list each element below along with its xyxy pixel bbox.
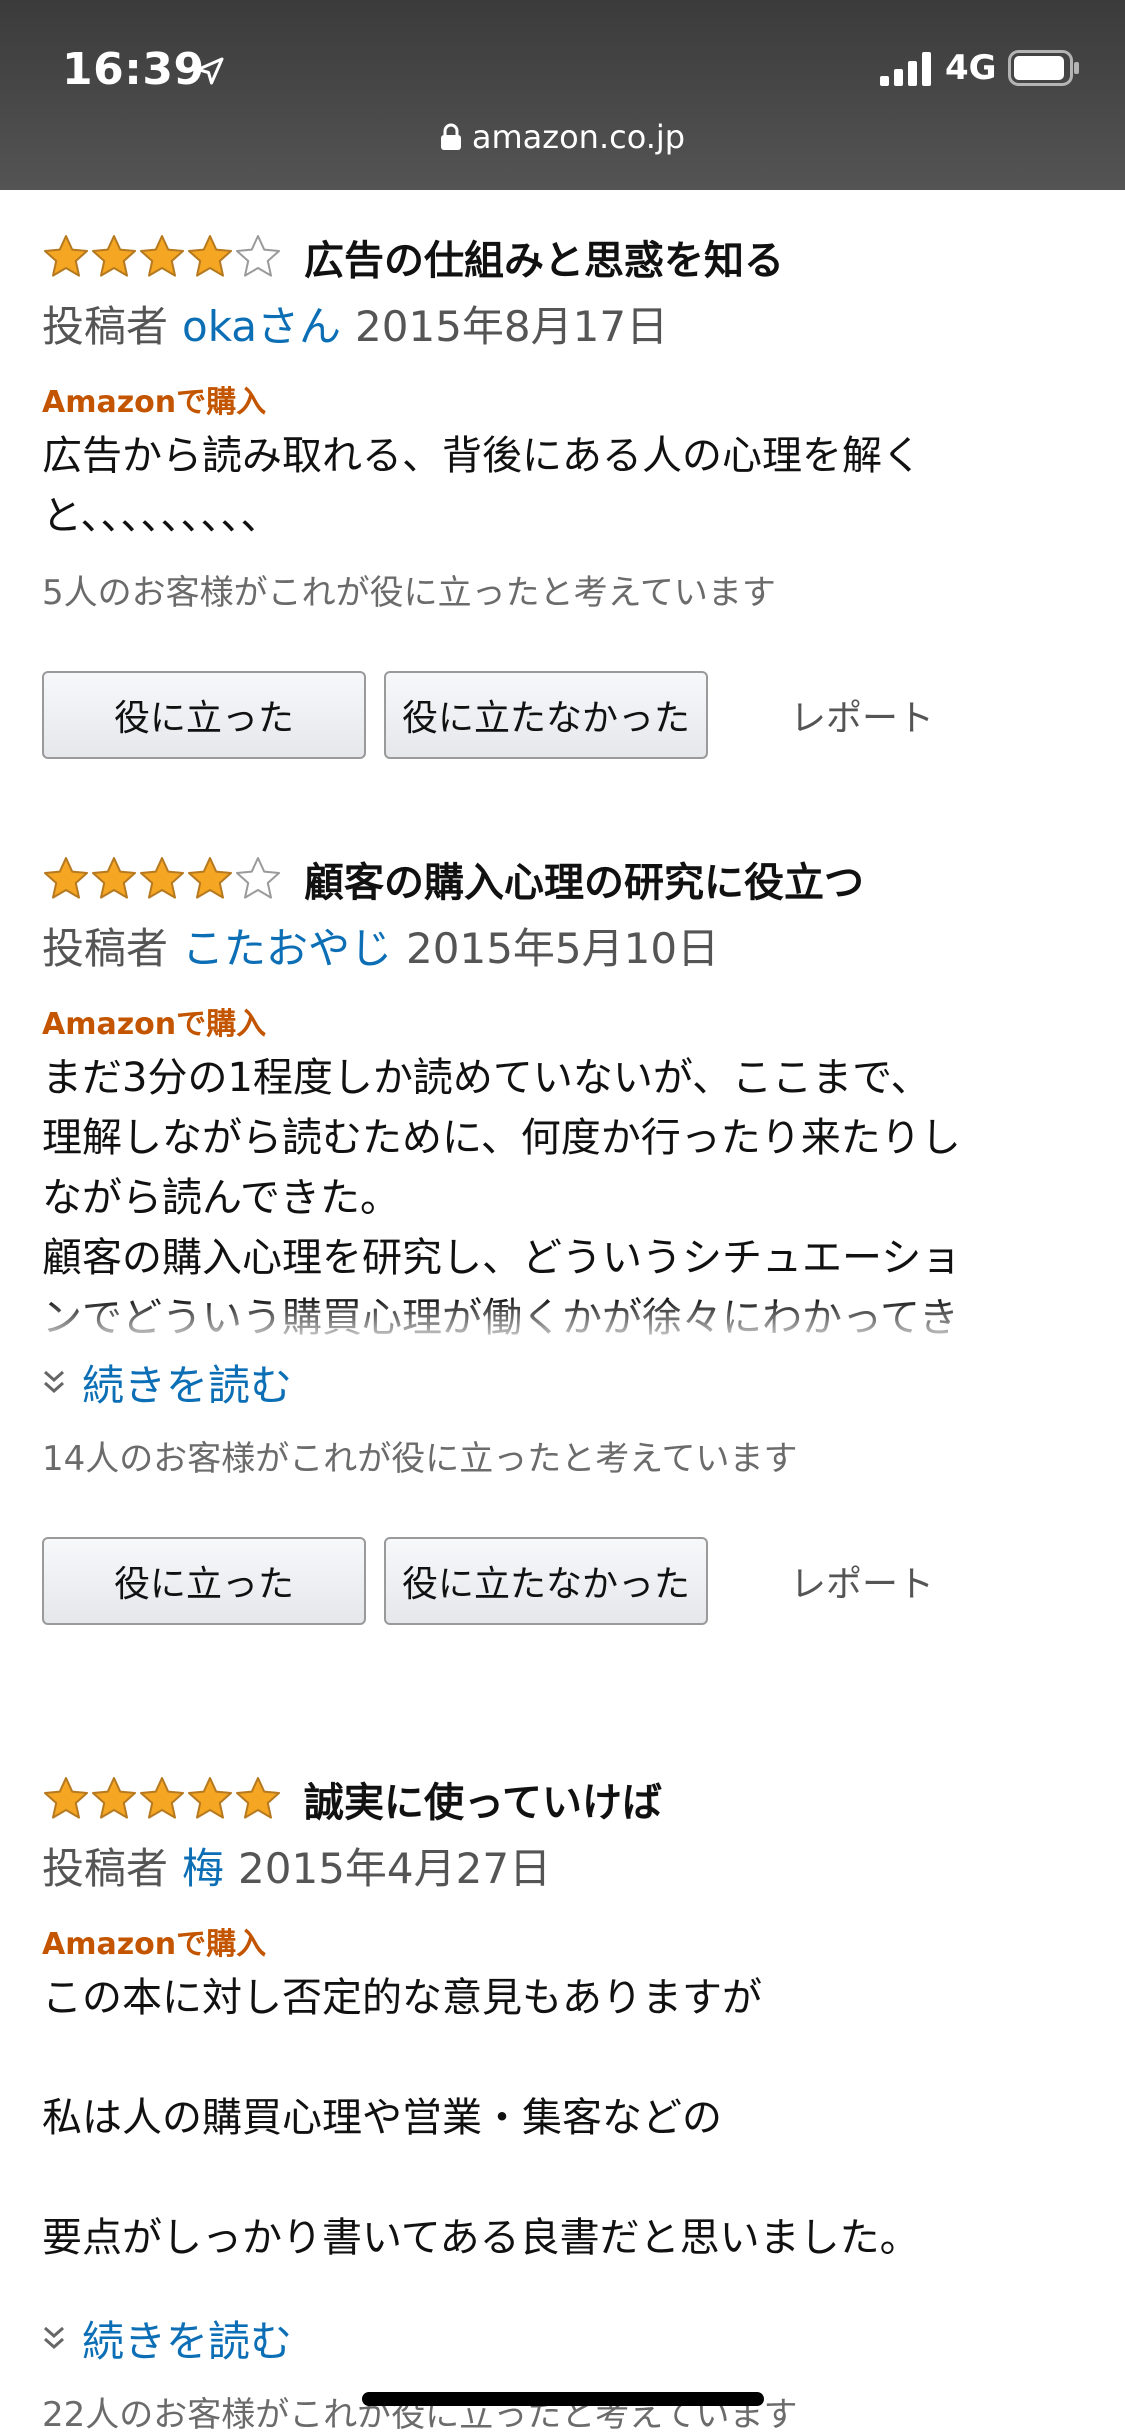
review-item: 広告の仕組みと思惑を知る 投稿者 okaさん 2015年8月17日 Amazonで購… [42,224,1082,760]
star-filled-icon [188,1777,232,1819]
verified-purchase-badge: Amazonで購入 [42,385,267,420]
helpful-count: 5人のお客様がこれが役に立ったと考えています [42,573,776,613]
vote-row: 役に立った 役に立たなかった レポート [42,670,1082,760]
star-filled-icon [92,857,136,899]
double-chevron-down-icon [44,2326,64,2350]
review-date: 2015年4月27日 [238,1844,552,1893]
read-more-link[interactable]: 続きを読む [42,1352,1082,1412]
star-filled-icon [44,235,88,277]
cellular-signal-icon [880,52,931,86]
review-title[interactable]: 顧客の購入心理の研究に役立つ [304,850,864,908]
read-more-label: 続きを読む [82,1360,293,1410]
location-arrow-icon [196,57,224,85]
read-more-link[interactable]: 続きを読む [42,2308,1082,2368]
star-filled-icon [140,1777,184,1819]
verified-purchase-badge: Amazonで購入 [42,1927,267,1962]
star-filled-icon [92,235,136,277]
star-filled-icon [188,857,232,899]
reviews-list: 広告の仕組みと思惑を知る 投稿者 okaさん 2015年8月17日 Amazonで購… [0,190,1125,2436]
star-filled-icon [92,1777,136,1819]
helpful-button[interactable]: 役に立った [42,671,366,759]
star-rating [42,233,282,281]
star-filled-icon [44,1777,88,1819]
review-body: まだ3分の1程度しか読めていないが、ここまで、 理解しながら読むために、何度か行… [42,1048,1082,1348]
review-title[interactable]: 広告の仕組みと思惑を知る [304,228,784,286]
review-author-link[interactable]: 梅 [182,1844,224,1893]
battery-icon [1008,50,1079,86]
not-helpful-button[interactable]: 役に立たなかった [384,671,708,759]
review-item: 顧客の購入心理の研究に役立つ 投稿者 こたおやじ 2015年5月10日 Amazon… [42,846,1082,1626]
home-indicator[interactable] [362,2392,764,2406]
report-link[interactable]: レポート [790,689,934,741]
star-filled-icon [44,857,88,899]
review-date: 2015年5月10日 [406,924,720,973]
browser-status-bar: 16:39 4G amazon.co.jp [0,0,1125,190]
star-empty-icon [236,857,280,899]
status-time: 16:39 [62,44,205,95]
review-meta: 投稿者 こたおやじ 2015年5月10日 [42,918,1082,980]
report-link[interactable]: レポート [790,1555,934,1607]
review-author-link[interactable]: こたおやじ [182,924,392,973]
review-meta: 投稿者梅 2015年4月27日 [42,1838,1082,1900]
review-date: 2015年8月17日 [355,302,669,351]
review-title[interactable]: 誠実に使っていけば [304,1770,662,1828]
star-empty-icon [236,235,280,277]
star-rating [42,1775,282,1823]
star-filled-icon [140,235,184,277]
review-body: 広告から読み取れる、背後にある人の心理を解く と、、、、、、、、、 [42,433,922,539]
read-more-label: 続きを読む [82,2316,293,2366]
star-rating [42,855,282,903]
posted-by-label: 投稿者 [42,302,169,351]
vote-row: 役に立った 役に立たなかった レポート [42,1536,1082,1626]
address-bar[interactable]: amazon.co.jp [0,118,1125,168]
lock-icon [440,123,461,150]
posted-by-label: 投稿者 [42,924,169,973]
helpful-button[interactable]: 役に立った [42,1537,366,1625]
not-helpful-button[interactable]: 役に立たなかった [384,1537,708,1625]
verified-purchase-badge: Amazonで購入 [42,1007,267,1042]
star-filled-icon [188,235,232,277]
helpful-count: 14人のお客様がこれが役に立ったと考えています [42,1439,798,1479]
url-text: amazon.co.jp [471,118,686,156]
star-filled-icon [236,1777,280,1819]
posted-by-label: 投稿者 [42,1844,169,1893]
review-body: この本に対し否定的な意見もありますが 私は人の購買心理や営業・集客などの 要点が… [42,1975,920,2261]
double-chevron-down-icon [44,1370,64,1394]
review-meta: 投稿者 okaさん 2015年8月17日 [42,296,1082,358]
review-item: 誠実に使っていけば 投稿者梅 2015年4月27日 Amazonで購入 この本に対… [42,1766,1082,2436]
network-type: 4G [945,48,997,88]
star-filled-icon [140,857,184,899]
review-author-link[interactable]: okaさん [182,302,341,351]
